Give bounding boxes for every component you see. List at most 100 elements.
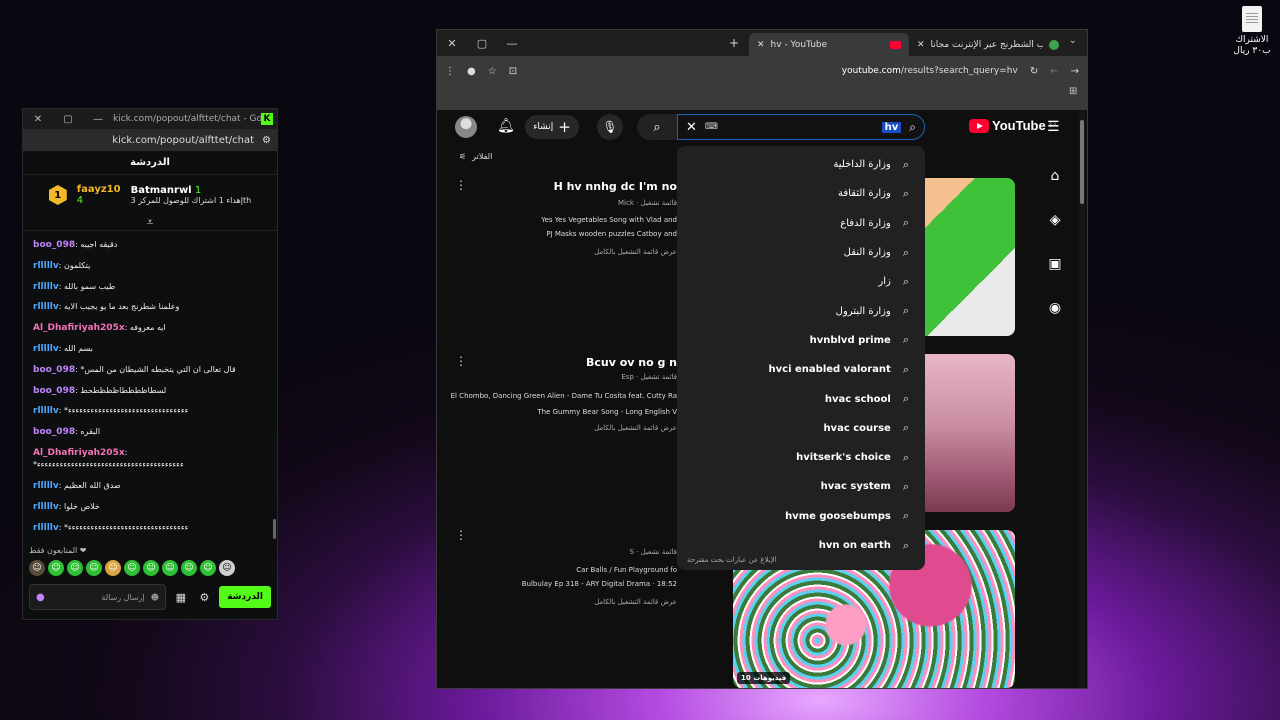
chat-username[interactable]: rlllllv	[33, 302, 59, 312]
desktop-file-icon[interactable]: الاشتراك ب٣٠ ريال	[1226, 6, 1278, 57]
notifications-bell-icon[interactable]: 🔔︎	[497, 118, 515, 134]
scrollbar-thumb[interactable]	[1080, 120, 1084, 204]
youtube-logo[interactable]: YouTube SA	[969, 118, 1057, 133]
emote-icon[interactable]: ☺	[143, 560, 159, 576]
result-video-line[interactable]: Car Balls / Fun Playground fo	[576, 566, 677, 574]
subscriptions-icon[interactable]: ▣	[1048, 256, 1061, 272]
chat-send-button[interactable]: الدردشة	[219, 586, 271, 608]
back-arrow-icon[interactable]: →	[1071, 66, 1079, 77]
result-title[interactable]: H hv nnhg dc I'm no	[554, 180, 677, 193]
forward-arrow-icon[interactable]: ←	[1050, 66, 1058, 77]
emote-icon[interactable]: ☺	[105, 560, 121, 576]
tab-close-icon[interactable]: ✕	[757, 40, 765, 50]
bookmark-star-icon[interactable]: ☆	[488, 66, 497, 77]
pinned-user-2[interactable]: Batmanrwl	[131, 185, 192, 196]
chat-username[interactable]: boo_098	[33, 427, 75, 437]
tab-youtube[interactable]: ✕ hv - YouTube	[749, 33, 909, 56]
close-icon[interactable]: ✕	[23, 114, 53, 125]
result-video-line[interactable]: El Chombo, Dancing Green Alien - Dame Tu…	[451, 392, 677, 400]
suggestion-item[interactable]: hvac system ⌕	[677, 472, 925, 501]
more-options-icon[interactable]: ⋮	[455, 528, 467, 542]
store-icon[interactable]: ▦	[172, 591, 190, 604]
chat-username[interactable]: rlllllv	[33, 344, 59, 354]
voice-search-mic-icon[interactable]: 🎙︎	[597, 114, 623, 140]
kick-url-bar[interactable]: kick.com/popout/alfttet/chat ⚙	[23, 129, 277, 151]
clear-search-icon[interactable]: ✕	[686, 120, 697, 135]
view-full-playlist-link[interactable]: عرض قائمة التشغيل بالكامل	[594, 598, 677, 606]
emote-icon[interactable]: ☺	[86, 560, 102, 576]
result-video-line[interactable]: Bulbulay Ep 318 - ARY Digital Drama · 18…	[522, 580, 677, 588]
chat-username[interactable]: rlllllv	[33, 481, 59, 491]
emote-icon[interactable]: ☺	[67, 560, 83, 576]
pinned-user-1[interactable]: faayz10	[77, 184, 121, 195]
reload-icon[interactable]: ↻	[1030, 66, 1038, 77]
search-button[interactable]: ⌕	[637, 114, 677, 140]
chat-username[interactable]: rlllllv	[33, 406, 59, 416]
emoji-icon[interactable]: ☻	[151, 593, 159, 602]
chat-username[interactable]: rlllllv	[33, 282, 59, 292]
chat-username[interactable]: Al_Dhafiriyah205x	[33, 448, 125, 458]
chat-username[interactable]: rlllllv	[33, 502, 59, 512]
home-icon[interactable]: ⌂	[1051, 168, 1060, 184]
suggestion-item[interactable]: hvitserk's choice ⌕	[677, 443, 925, 472]
chat-scrollbar[interactable]	[273, 519, 276, 539]
view-full-playlist-link[interactable]: عرض قائمة التشغيل بالكامل	[594, 248, 677, 256]
suggestion-item[interactable]: وزارة الداخلية ⌕	[677, 150, 925, 179]
avatar[interactable]	[455, 116, 477, 138]
view-full-playlist-link[interactable]: عرض قائمة التشغيل بالكامل	[594, 424, 677, 432]
suggestion-item[interactable]: زار ⌕	[677, 267, 925, 296]
new-tab-plus-icon[interactable]: +	[729, 36, 739, 50]
chat-username[interactable]: rlllllv	[33, 261, 59, 271]
settings-gear-icon[interactable]: ⚙	[196, 591, 214, 604]
shorts-icon[interactable]: ◈	[1050, 212, 1061, 228]
emote-icon[interactable]: ☺	[48, 560, 64, 576]
suggestion-item[interactable]: hvme goosebumps ⌕	[677, 502, 925, 531]
more-options-icon[interactable]: ⋮	[455, 354, 467, 368]
chat-username[interactable]: boo_098	[33, 386, 75, 396]
search-input[interactable]: ✕ ⌨ hv ⌕	[677, 114, 925, 140]
collapse-chevron-icon[interactable]: ⩡	[23, 215, 277, 231]
tab-close-icon[interactable]: ✕	[917, 40, 925, 50]
address-bar[interactable]: youtube.com/results?search_query=hv	[529, 66, 1018, 76]
maximize-window-icon[interactable]: ▢	[467, 37, 497, 50]
suggestion-item[interactable]: hvac school ⌕	[677, 384, 925, 413]
hamburger-menu-icon[interactable]: ☰	[1047, 119, 1060, 135]
result-video-line[interactable]: The Gummy Bear Song - Long English V	[537, 408, 677, 416]
emote-icon[interactable]: ☺	[219, 560, 235, 576]
chat-username[interactable]: boo_098	[33, 365, 75, 375]
emote-icon[interactable]: ☺	[181, 560, 197, 576]
close-window-icon[interactable]: ✕	[437, 37, 467, 50]
maximize-icon[interactable]: ▢	[53, 114, 83, 125]
tab-chess[interactable]: ✕ إلعب الشطرنج عبر الإنترنت مجاناً	[909, 33, 1067, 56]
profile-icon[interactable]: ●	[467, 66, 476, 77]
suggestion-item[interactable]: وزارة الدفاع ⌕	[677, 209, 925, 238]
chat-username[interactable]: Al_Dhafiriyah205x	[33, 323, 125, 333]
minimize-window-icon[interactable]: —	[497, 37, 527, 50]
suggestion-item[interactable]: وزارة الثقافة ⌕	[677, 179, 925, 208]
tab-search-chevron-icon[interactable]: ⌄	[1069, 36, 1077, 46]
emote-icon[interactable]: ☺	[200, 560, 216, 576]
chat-message-input[interactable]: ● إرسال رسالة ☻	[29, 584, 167, 610]
apps-grid-icon[interactable]: ⊞	[1069, 86, 1077, 97]
result-title[interactable]: Bcuv ov no g n	[586, 356, 677, 369]
menu-kebab-icon[interactable]: ⋮	[445, 66, 455, 77]
more-options-icon[interactable]: ⋮	[455, 178, 467, 192]
minimize-icon[interactable]: —	[83, 114, 113, 125]
suggestion-item[interactable]: hvac course ⌕	[677, 414, 925, 443]
chat-username[interactable]: boo_098	[33, 240, 75, 250]
suggestion-item[interactable]: hvci enabled valorant ⌕	[677, 355, 925, 384]
emote-icon[interactable]: ☺	[29, 560, 45, 576]
emote-icon[interactable]: ☺	[124, 560, 140, 576]
microphone-icon[interactable]: ●	[36, 592, 45, 603]
suggestion-item[interactable]: hvnblvd prime ⌕	[677, 326, 925, 355]
page-info-icon[interactable]: ⊡	[509, 66, 517, 77]
create-button[interactable]: إنشاء +	[525, 115, 579, 139]
page-scrollbar[interactable]	[1079, 110, 1085, 688]
suggestion-item[interactable]: وزارة النقل ⌕	[677, 238, 925, 267]
keyboard-icon[interactable]: ⌨	[705, 122, 718, 132]
you-profile-icon[interactable]: ◉	[1049, 300, 1061, 316]
suggestion-item[interactable]: وزارة البترول ⌕	[677, 296, 925, 325]
result-video-line[interactable]: Yes Yes Vegetables Song with Vlad and	[541, 216, 677, 224]
chat-username[interactable]: rlllllv	[33, 523, 59, 533]
result-video-line[interactable]: PJ Masks wooden puzzles Catboy and	[546, 230, 677, 238]
